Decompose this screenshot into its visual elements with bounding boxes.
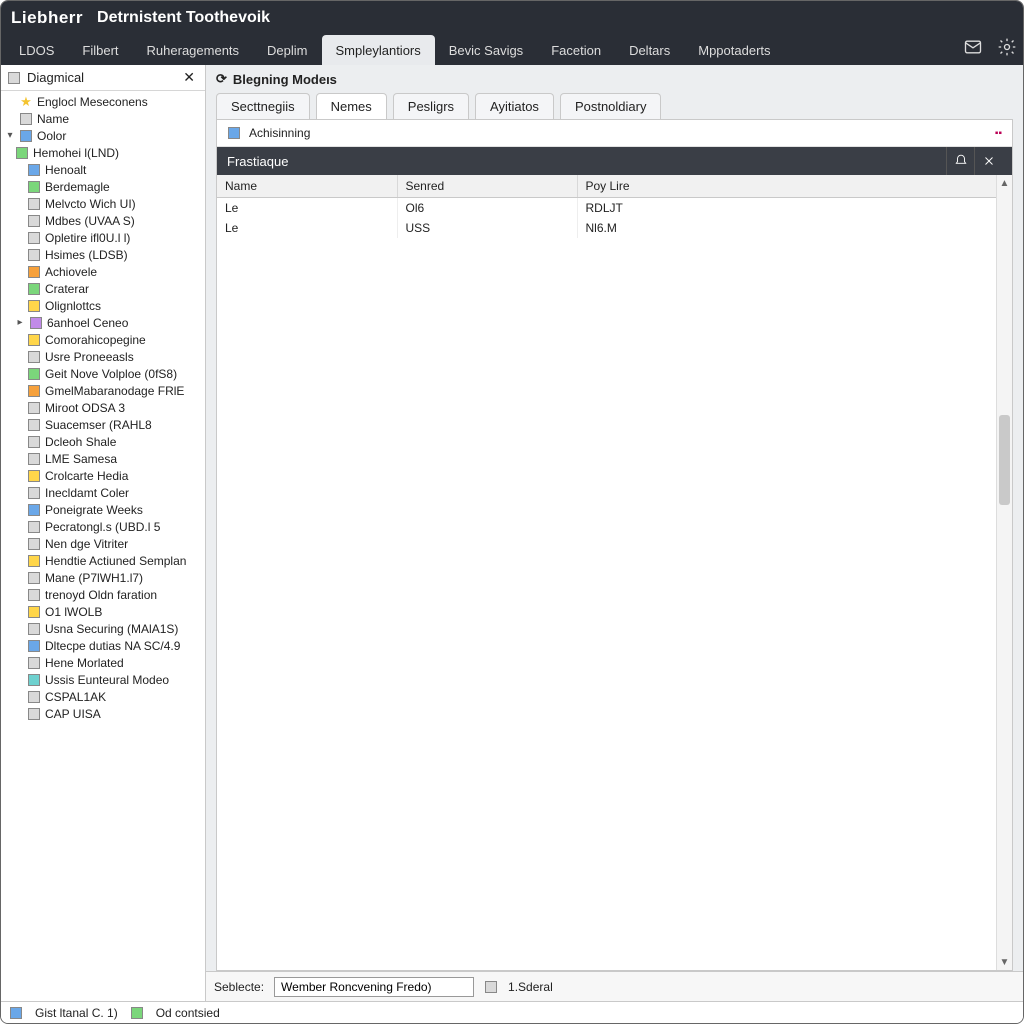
tree-item[interactable]: Poneigrate Weeks xyxy=(1,501,205,518)
collapse-icon[interactable]: ▾ xyxy=(5,130,15,141)
tree-item[interactable]: Inecldamt Coler xyxy=(1,484,205,501)
menu-smpleylantiors[interactable]: Smpleylantiors xyxy=(322,35,435,65)
sidebar-title: Diagmical xyxy=(27,70,173,85)
scrollbar[interactable]: ▲ ▼ xyxy=(996,175,1012,970)
close-icon[interactable]: ✕ xyxy=(179,69,199,86)
tree-item[interactable]: Hemohei l(LND) xyxy=(1,144,205,161)
tree-item[interactable]: Olignlottcs xyxy=(1,297,205,314)
tree-item[interactable]: Dcleoh Shale xyxy=(1,433,205,450)
content-panel: Achisinning ▪▪ Frastiaque xyxy=(216,119,1013,971)
tree-item[interactable]: Hsimes (LDSB) xyxy=(1,246,205,263)
tree-item[interactable]: O1 lWOLB xyxy=(1,603,205,620)
tree-item[interactable]: Pecratongl.s (UBD.l 5 xyxy=(1,518,205,535)
menu-filbert[interactable]: Filbert xyxy=(68,35,132,65)
doc-icon xyxy=(19,112,33,126)
brand-logo: Liebherr xyxy=(11,8,83,28)
tree-item[interactable]: GmelMabaranodage FRlE xyxy=(1,382,205,399)
sidebar: Diagmical ✕ ★ Englocl Meseconens Name ▾ … xyxy=(1,65,206,1001)
tree-item[interactable]: Suacemser (RAHL8 xyxy=(1,416,205,433)
tab-pesligrs[interactable]: Pesligrs xyxy=(393,93,469,119)
tree-root-name[interactable]: Name xyxy=(1,110,205,127)
nav-tree: ★ Englocl Meseconens Name ▾ Oolor Hemohe… xyxy=(1,91,205,1001)
footer-bar: Seblecte: 1.Sderal xyxy=(206,971,1023,1001)
tree-item[interactable]: Achiovele xyxy=(1,263,205,280)
mini-indicator-icon[interactable]: ▪▪ xyxy=(995,128,1002,139)
menu-mppotaderts[interactable]: Mppotaderts xyxy=(684,35,784,65)
status-bar: Gist ltanal C. 1) Od contsied xyxy=(1,1001,1023,1023)
menu-facetion[interactable]: Facetion xyxy=(537,35,615,65)
col-senred[interactable]: Senred xyxy=(397,175,577,198)
data-grid: Name Senred Poy Lire LeOl6RDLJT LeUSSNl6… xyxy=(217,175,1012,970)
tree-item[interactable]: Miroot ODSA 3 xyxy=(1,399,205,416)
tree-item[interactable]: Nen dge Vitriter xyxy=(1,535,205,552)
tree-item[interactable]: CSPAL1AK xyxy=(1,688,205,705)
menu-bevic-savigs[interactable]: Bevic Savigs xyxy=(435,35,537,65)
calendar-icon xyxy=(227,126,241,140)
close-band-icon[interactable] xyxy=(974,147,1002,175)
tree-item[interactable]: CAP UISA xyxy=(1,705,205,722)
panel-icon xyxy=(7,71,21,85)
status-icon-left xyxy=(9,1006,23,1020)
grid-header-band: Frastiaque xyxy=(217,147,1012,175)
tree-item[interactable]: Ussis Eunteural Modeo xyxy=(1,671,205,688)
scroll-down-icon[interactable]: ▼ xyxy=(997,954,1012,970)
page-title: Blegning Modeıs xyxy=(233,72,337,87)
col-name[interactable]: Name xyxy=(217,175,397,198)
tree-root-oolor[interactable]: ▾ Oolor xyxy=(1,127,205,144)
gear-icon[interactable] xyxy=(995,35,1019,59)
tab-ayitiatos[interactable]: Ayitiatos xyxy=(475,93,554,119)
tree-item[interactable]: Melvcto Wich UI) xyxy=(1,195,205,212)
tree-item[interactable]: ▸6anhoel Ceneo xyxy=(1,314,205,331)
tree-item[interactable]: Craterar xyxy=(1,280,205,297)
tree-item[interactable]: Henoalt xyxy=(1,161,205,178)
tree-item[interactable]: Comorahicopegine xyxy=(1,331,205,348)
section-subhead: Achisinning xyxy=(249,126,310,140)
main-panel: ⟳ Blegning Modeıs Secttnegiis Nemes Pesl… xyxy=(206,65,1023,1001)
content-tabs: Secttnegiis Nemes Pesligrs Ayitiatos Pos… xyxy=(206,93,1023,119)
bell-icon[interactable] xyxy=(946,147,974,175)
tree-favorites[interactable]: ★ Englocl Meseconens xyxy=(1,93,205,110)
main-menu: LDOS Filbert Ruheragements Deplim Smpley… xyxy=(1,35,1023,65)
tree-item[interactable]: Usre Proneeasls xyxy=(1,348,205,365)
refresh-icon[interactable]: ⟳ xyxy=(216,71,227,87)
scroll-thumb[interactable] xyxy=(999,415,1010,505)
footer-icon[interactable] xyxy=(484,980,498,994)
tree-item[interactable]: Dltecpe dutias NA SC/4.9 xyxy=(1,637,205,654)
mail-icon[interactable] xyxy=(961,35,985,59)
tab-nemes[interactable]: Nemes xyxy=(316,93,387,119)
menu-deplim[interactable]: Deplim xyxy=(253,35,321,65)
tree-item[interactable]: Hene Morlated xyxy=(1,654,205,671)
tree-item[interactable]: trenoyd Oldn faration xyxy=(1,586,205,603)
scroll-up-icon[interactable]: ▲ xyxy=(997,175,1012,191)
star-icon: ★ xyxy=(19,95,33,109)
menu-ldos[interactable]: LDOS xyxy=(5,35,68,65)
tree-item[interactable]: Usna Securing (MAlA1S) xyxy=(1,620,205,637)
selection-input[interactable] xyxy=(274,977,474,997)
status-left: Gist ltanal C. 1) xyxy=(35,1006,118,1020)
tree-item[interactable]: Mane (P7lWH1.l7) xyxy=(1,569,205,586)
tree-item[interactable]: Crolcarte Hedia xyxy=(1,467,205,484)
col-poy-lire[interactable]: Poy Lire xyxy=(577,175,1012,198)
tree-item[interactable]: Opletire ifl0U.l l) xyxy=(1,229,205,246)
titlebar: Liebherr Detrnistent Toothevoik xyxy=(1,1,1023,35)
menu-deltars[interactable]: Deltars xyxy=(615,35,684,65)
footer-right: 1.Sderal xyxy=(508,980,553,994)
tree-item[interactable]: Geit Nove Volploe (0fS8) xyxy=(1,365,205,382)
tree-item[interactable]: Berdemagle xyxy=(1,178,205,195)
tree-item[interactable]: Hendtie Actiuned Semplan xyxy=(1,552,205,569)
tree-item[interactable]: LME Samesa xyxy=(1,450,205,467)
table-row[interactable]: LeUSSNl6.M xyxy=(217,218,1012,238)
status-right: Od contsied xyxy=(156,1006,220,1020)
table-row[interactable]: LeOl6RDLJT xyxy=(217,198,1012,219)
band-title: Frastiaque xyxy=(227,154,946,169)
tree-item[interactable]: Mdbes (UVAA S) xyxy=(1,212,205,229)
tab-postnoldiary[interactable]: Postnoldiary xyxy=(560,93,662,119)
menu-ruheragements[interactable]: Ruheragements xyxy=(133,35,254,65)
footer-label: Seblecte: xyxy=(214,980,264,994)
app-title: Detrnistent Toothevoik xyxy=(97,9,270,27)
status-icon-right xyxy=(130,1006,144,1020)
tab-secttnegiis[interactable]: Secttnegiis xyxy=(216,93,310,119)
folder-icon xyxy=(19,129,33,143)
